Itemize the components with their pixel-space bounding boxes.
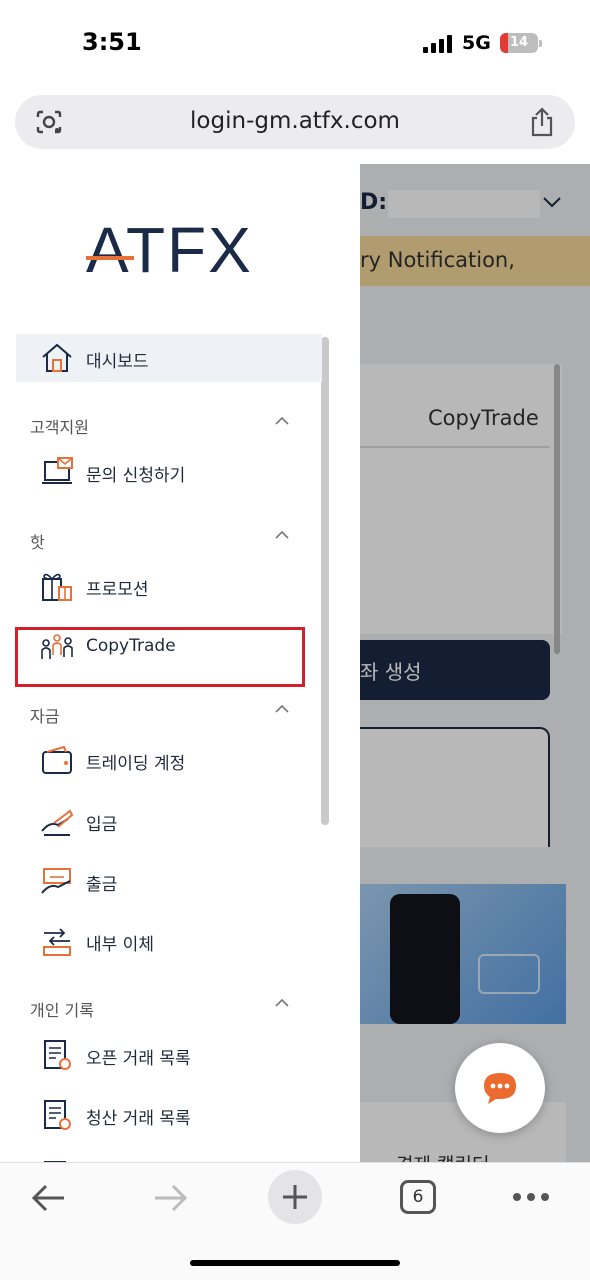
transfer-icon — [43, 928, 71, 956]
atfx-logo: ATFX — [86, 216, 253, 278]
chevron-up-icon[interactable] — [274, 416, 290, 426]
status-time: 3:51 — [82, 28, 142, 56]
svg-text:ATFX: ATFX — [86, 216, 253, 278]
chat-bubble-icon — [484, 1073, 516, 1104]
wallet-icon — [42, 745, 72, 774]
signal-icon — [423, 35, 453, 53]
menu-item-trading-account[interactable]: 트레이딩 계정 — [16, 736, 322, 784]
section-title-support[interactable]: 고객지원 — [30, 414, 89, 438]
share-icon[interactable] — [529, 107, 555, 137]
menu-label-inquiry: 문의 신청하기 — [86, 466, 186, 486]
chevron-up-icon[interactable] — [274, 530, 290, 540]
menu-item-withdrawal[interactable]: 출금 — [16, 857, 322, 905]
menu-scrollbar[interactable] — [321, 337, 329, 825]
menu-label-promotion: 프로모션 — [86, 580, 149, 600]
document-icon — [44, 1040, 71, 1070]
new-tab-button[interactable] — [268, 1170, 322, 1224]
menu-label-internal-transfer: 내부 이체 — [86, 935, 154, 955]
url-text[interactable]: login-gm.atfx.com — [15, 108, 575, 134]
battery-level: 14 — [509, 35, 529, 50]
battery-nub — [539, 40, 542, 47]
back-arrow-icon[interactable] — [30, 1183, 66, 1213]
section-title-records[interactable]: 개인 기록 — [30, 997, 94, 1021]
menu-item-inquiry[interactable]: 문의 신청하기 — [16, 448, 322, 496]
menu-item-dashboard[interactable]: 대시보드 — [16, 334, 322, 382]
menu-item-promotion[interactable]: 프로모션 — [16, 562, 322, 610]
menu-label-trading-account: 트레이딩 계정 — [86, 754, 186, 774]
menu-item-open-trades[interactable]: 오픈 거래 목록 — [16, 1031, 322, 1079]
battery-icon: 14 — [500, 33, 538, 53]
gift-icon — [42, 573, 72, 601]
more-dots-icon[interactable] — [512, 1192, 550, 1202]
chevron-up-icon[interactable] — [274, 704, 290, 714]
network-type: 5G — [462, 32, 491, 54]
menu-label-closed-trades: 청산 거래 목록 — [86, 1109, 191, 1129]
plus-icon — [283, 1185, 307, 1209]
tab-count: 6 — [412, 1187, 424, 1207]
home-indicator — [190, 1260, 400, 1266]
address-bar[interactable]: login-gm.atfx.com — [15, 95, 575, 149]
menu-item-deposit[interactable]: 입금 — [16, 797, 322, 845]
withdraw-hand-icon — [41, 868, 71, 894]
menu-label-deposit: 입금 — [86, 815, 118, 835]
menu-label-dashboard: 대시보드 — [86, 352, 149, 372]
chat-button[interactable] — [455, 1043, 545, 1133]
deposit-hand-icon — [41, 809, 74, 836]
menu-label-withdrawal: 출금 — [86, 875, 118, 895]
highlight-box — [15, 627, 305, 687]
laptop-mail-icon — [42, 457, 73, 484]
menu-label-open-trades: 오픈 거래 목록 — [86, 1049, 191, 1069]
menu-item-more[interactable] — [16, 1152, 322, 1162]
status-bar: 3:51 5G 14 — [0, 0, 590, 88]
menu-item-closed-trades[interactable]: 청산 거래 목록 — [16, 1091, 322, 1139]
section-title-hot[interactable]: 핫 — [30, 529, 45, 553]
chevron-up-icon[interactable] — [274, 998, 290, 1008]
tab-switcher-button[interactable]: 6 — [400, 1180, 436, 1214]
dim-overlay[interactable] — [360, 164, 590, 1162]
document-icon — [44, 1100, 71, 1130]
menu-item-internal-transfer[interactable]: 내부 이체 — [16, 917, 322, 965]
home-icon — [42, 343, 72, 372]
forward-arrow-icon[interactable] — [153, 1183, 189, 1213]
section-title-funds[interactable]: 자금 — [30, 703, 59, 727]
